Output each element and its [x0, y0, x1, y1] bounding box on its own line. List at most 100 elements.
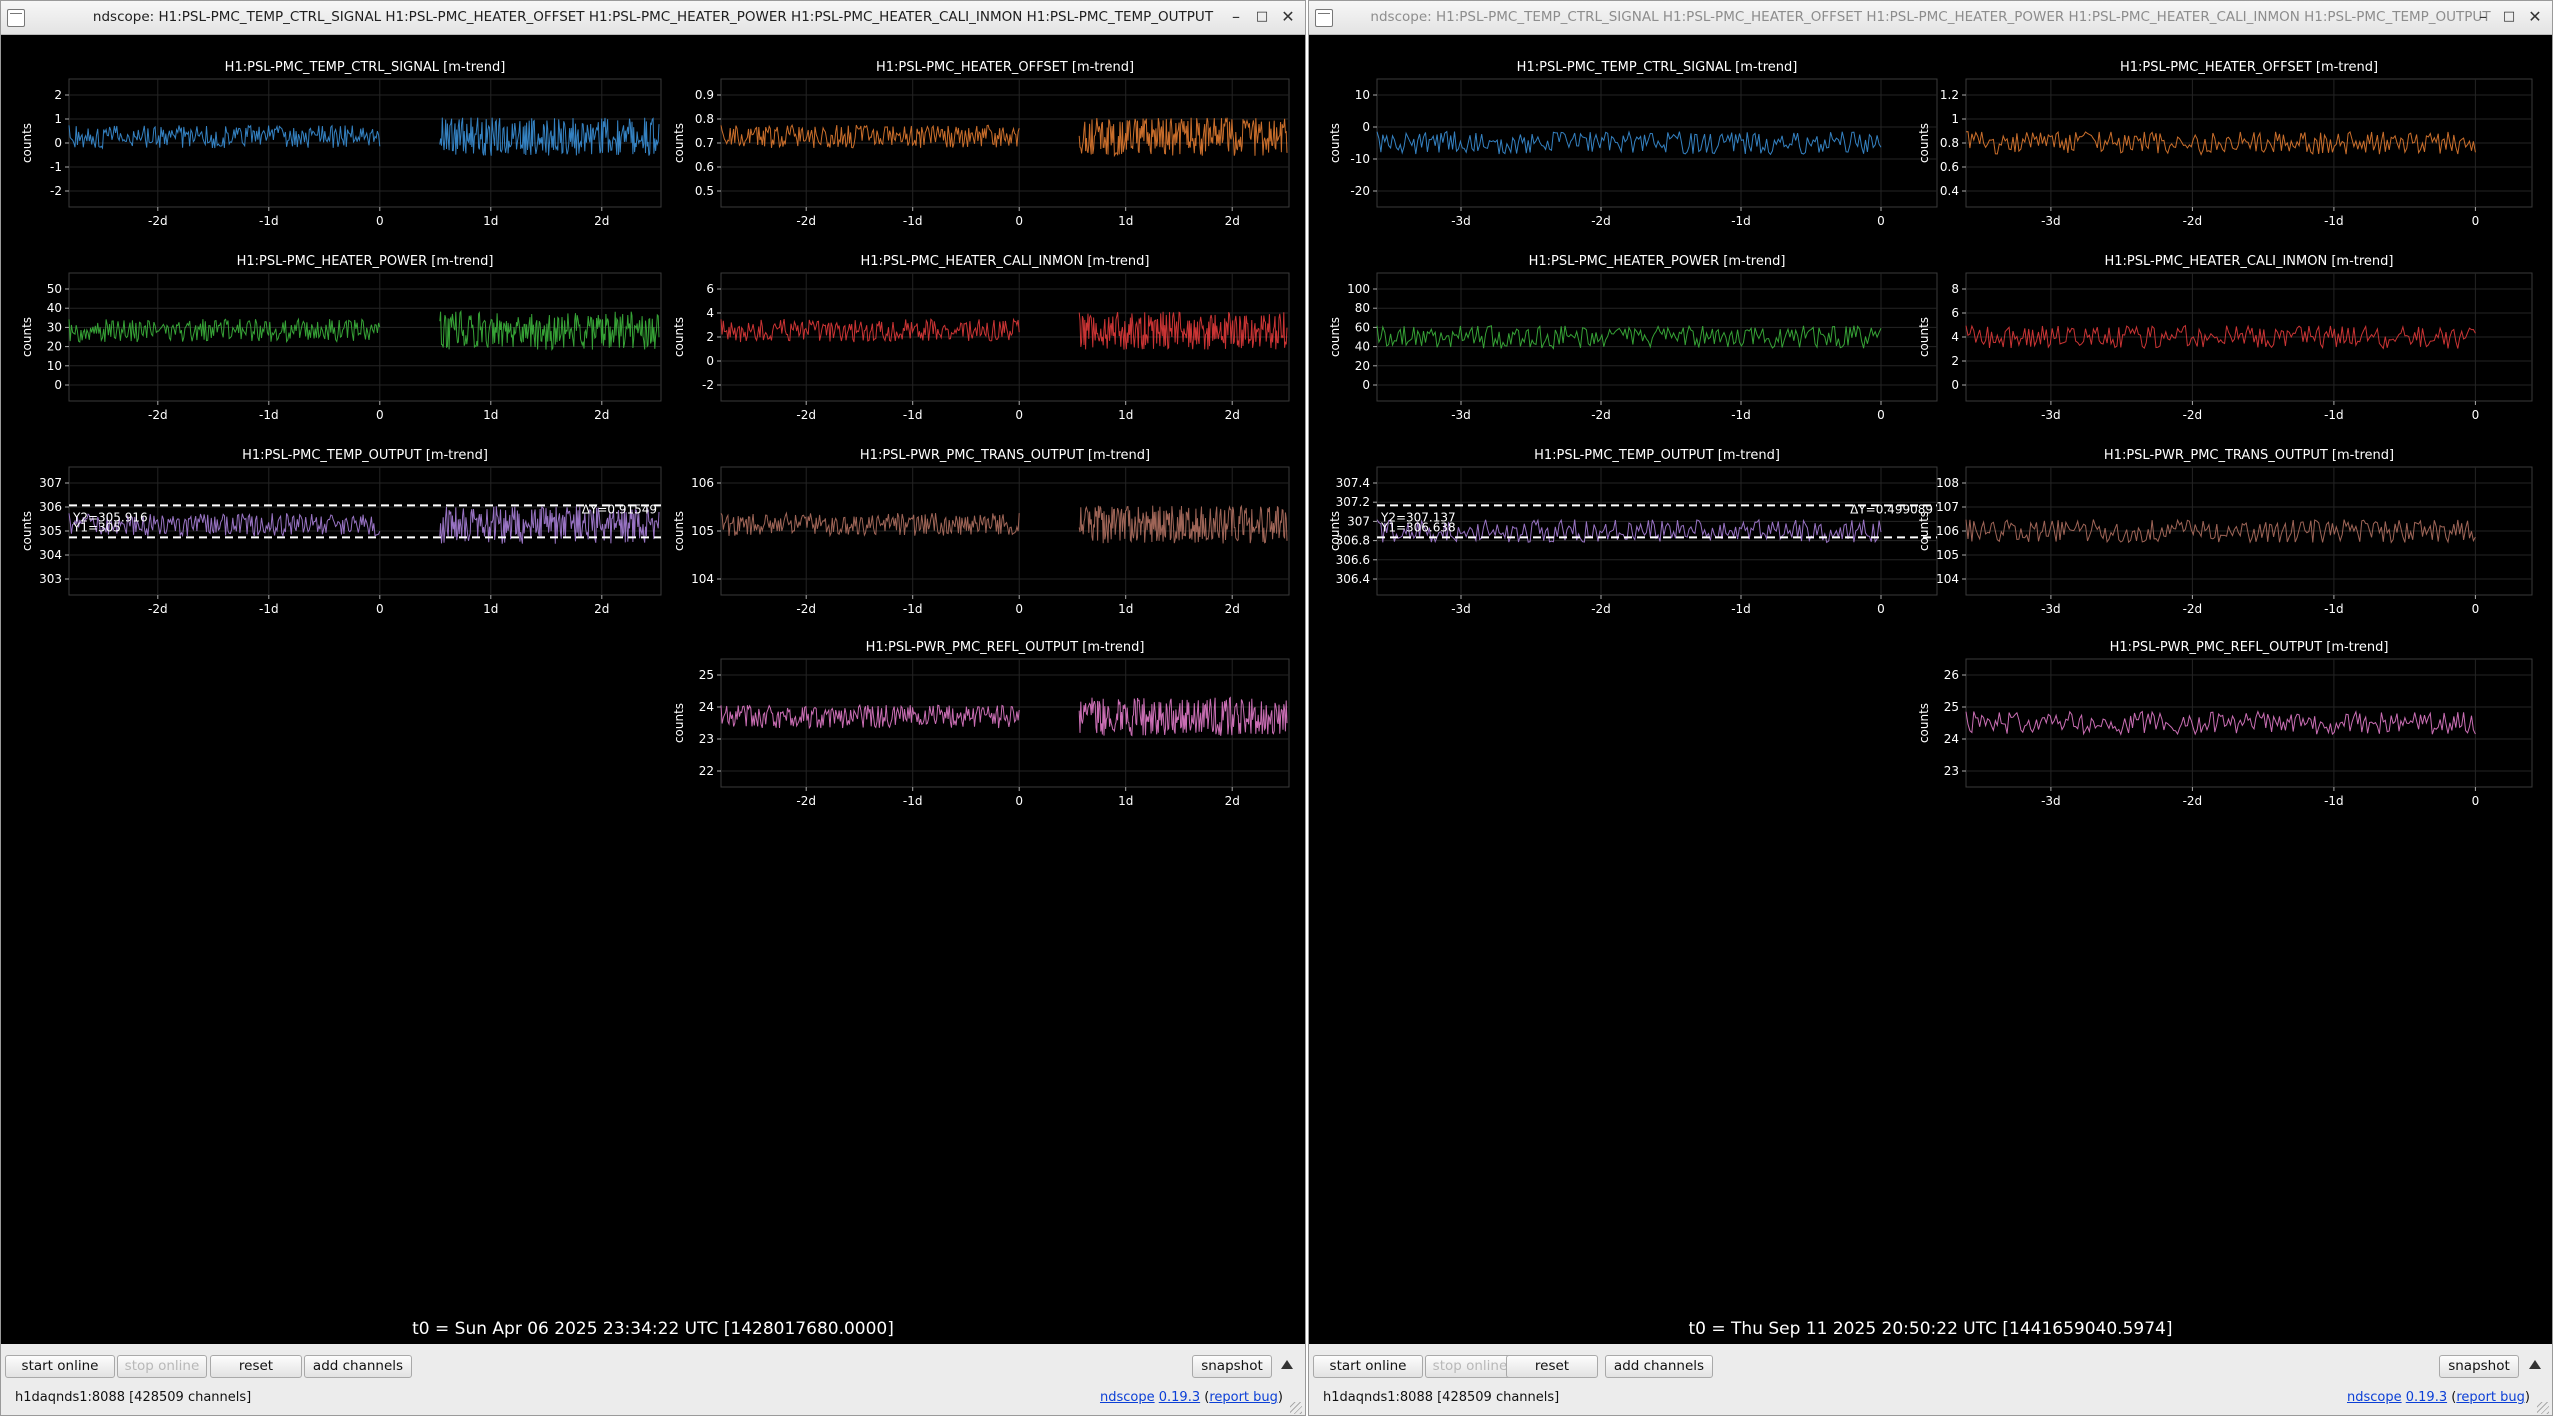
x-tick-label: 2d: [594, 602, 609, 616]
x-tick-label: -2d: [2183, 408, 2203, 422]
y-tick-label: 4: [1951, 330, 1959, 344]
y-tick-label: 0: [1362, 378, 1370, 392]
collapse-arrow-icon[interactable]: [1281, 1360, 1293, 1369]
add-channels-button[interactable]: add channels: [304, 1355, 412, 1378]
y-tick-label: 303: [39, 572, 62, 586]
x-tick-label: -1d: [903, 214, 923, 228]
plot-grid[interactable]: H1:PSL-PMC_TEMP_CTRL_SIGNAL [m-trend] cou…: [1, 35, 1306, 1344]
y-tick-label: 105: [1936, 548, 1959, 562]
plot-title: H1:PSL-PMC_HEATER_OFFSET [m-trend]: [2120, 60, 2378, 75]
y-tick-label: 4: [706, 306, 714, 320]
plot-title: H1:PSL-PWR_PMC_REFL_OUTPUT [m-trend]: [866, 640, 1145, 655]
y-tick-label: 50: [47, 282, 62, 296]
x-tick-label: -2d: [148, 214, 168, 228]
report-bug-link[interactable]: report bug: [1209, 1390, 1278, 1405]
maximize-icon[interactable]: □: [2498, 6, 2520, 28]
plot-area[interactable]: H1:PSL-PMC_TEMP_CTRL_SIGNAL [m-trend] cou…: [1309, 35, 2552, 1344]
report-bug-link[interactable]: report bug: [2456, 1390, 2525, 1405]
plot-panel[interactable]: H1:PSL-PMC_TEMP_CTRL_SIGNAL [m-trend] cou…: [20, 60, 662, 228]
version-link[interactable]: 0.19.3: [2406, 1390, 2447, 1405]
plot-panel[interactable]: H1:PSL-PMC_HEATER_OFFSET [m-trend] counts…: [1917, 60, 2533, 228]
close-icon[interactable]: ✕: [2524, 6, 2546, 28]
snapshot-button[interactable]: snapshot: [1192, 1355, 1272, 1378]
snapshot-button[interactable]: snapshot: [2439, 1355, 2519, 1378]
start-online-button[interactable]: start online: [5, 1355, 115, 1378]
maximize-icon[interactable]: □: [1251, 6, 1273, 28]
x-tick-label: -1d: [2324, 794, 2344, 808]
x-tick-label: -1d: [259, 214, 279, 228]
resize-grip-icon[interactable]: [2537, 1402, 2549, 1414]
y-axis-label: counts: [1917, 703, 1931, 743]
plot-panel[interactable]: H1:PSL-PWR_PMC_TRANS_OUTPUT [m-trend] cou…: [1917, 448, 2533, 616]
y-tick-label: -20: [1350, 184, 1370, 198]
start-online-button[interactable]: start online: [1313, 1355, 1423, 1378]
plot-panel[interactable]: H1:PSL-PMC_HEATER_CALI_INMON [m-trend] co…: [1917, 254, 2533, 422]
plot-panel[interactable]: H1:PSL-PMC_TEMP_CTRL_SIGNAL [m-trend] cou…: [1328, 60, 1938, 228]
y-tick-label: 0: [1951, 378, 1959, 392]
cursor-y1-label: Y1=306.638: [1380, 520, 1456, 534]
y-axis-label: counts: [1917, 511, 1931, 551]
x-tick-label: -1d: [1731, 214, 1751, 228]
reset-button[interactable]: reset: [1506, 1355, 1598, 1378]
trace-line: [720, 123, 1020, 149]
y-tick-label: 306: [39, 500, 62, 514]
minimize-icon[interactable]: –: [1225, 6, 1247, 28]
y-tick-label: 26: [1944, 668, 1959, 682]
ndscope-link[interactable]: ndscope: [1100, 1390, 1155, 1405]
collapse-arrow-icon[interactable]: [2529, 1360, 2541, 1369]
x-tick-label: -1d: [2324, 602, 2344, 616]
minimize-icon[interactable]: –: [2472, 6, 2494, 28]
y-tick-label: 106: [1936, 524, 1959, 538]
y-tick-label: 0: [706, 354, 714, 368]
plot-panel[interactable]: H1:PSL-PMC_TEMP_OUTPUT [m-trend] counts 30…: [1328, 448, 1938, 616]
trace-line: [68, 317, 381, 344]
plot-title: H1:PSL-PMC_TEMP_OUTPUT [m-trend]: [1534, 448, 1780, 463]
ndscope-link[interactable]: ndscope: [2347, 1390, 2402, 1405]
y-tick-label: 0: [1362, 120, 1370, 134]
control-bar: start online stop online reset add chann…: [1, 1344, 1305, 1380]
y-tick-label: 2: [1951, 354, 1959, 368]
plot-panel[interactable]: H1:PSL-PMC_HEATER_POWER [m-trend] counts 1…: [1328, 254, 1938, 422]
trace-line: [1376, 324, 1882, 350]
plot-grid[interactable]: H1:PSL-PMC_TEMP_CTRL_SIGNAL [m-trend] cou…: [1309, 35, 2553, 1344]
y-tick-label: 0.6: [1940, 160, 1959, 174]
reset-button[interactable]: reset: [210, 1355, 302, 1378]
plot-panel[interactable]: H1:PSL-PWR_PMC_REFL_OUTPUT [m-trend] coun…: [1917, 640, 2533, 808]
x-tick-label: -1d: [903, 794, 923, 808]
status-bar: h1daqnds1:8088 [428509 channels] ndscope…: [1, 1380, 1305, 1415]
x-tick-label: 2d: [1225, 602, 1240, 616]
plot-panel[interactable]: H1:PSL-PMC_HEATER_POWER [m-trend] counts 5…: [20, 254, 662, 422]
y-tick-label: 22: [699, 764, 714, 778]
plot-title: H1:PSL-PMC_HEATER_OFFSET [m-trend]: [876, 60, 1134, 75]
add-channels-button[interactable]: add channels: [1605, 1355, 1713, 1378]
x-tick-label: 0: [376, 214, 384, 228]
version-info: ndscope 0.19.3 (report bug): [2346, 1390, 2530, 1405]
close-icon[interactable]: ✕: [1277, 6, 1299, 28]
title-bar[interactable]: ndscope: H1:PSL-PMC_TEMP_CTRL_SIGNAL H1:…: [1, 1, 1305, 35]
y-tick-label: 40: [1355, 340, 1370, 354]
x-tick-label: -3d: [2041, 794, 2061, 808]
y-axis-label: counts: [20, 511, 34, 551]
title-bar[interactable]: ndscope: H1:PSL-PMC_TEMP_CTRL_SIGNAL H1:…: [1309, 1, 2552, 35]
trace-line: [720, 703, 1020, 730]
plot-panel[interactable]: H1:PSL-PWR_PMC_TRANS_OUTPUT [m-trend] cou…: [672, 448, 1290, 616]
plot-area[interactable]: H1:PSL-PMC_TEMP_CTRL_SIGNAL [m-trend] cou…: [1, 35, 1305, 1344]
plot-panel[interactable]: H1:PSL-PWR_PMC_REFL_OUTPUT [m-trend] coun…: [672, 640, 1290, 808]
y-tick-label: 0.4: [1940, 184, 1959, 198]
y-tick-label: 0.9: [695, 88, 714, 102]
plot-panel[interactable]: H1:PSL-PMC_TEMP_OUTPUT [m-trend] counts 30…: [20, 448, 662, 616]
x-tick-label: 0: [1015, 408, 1023, 422]
resize-grip-icon[interactable]: [1290, 1402, 1302, 1414]
plot-panel[interactable]: H1:PSL-PMC_HEATER_CALI_INMON [m-trend] co…: [672, 254, 1290, 422]
y-tick-label: 306.8: [1336, 534, 1370, 548]
y-tick-label: 1: [1951, 112, 1959, 126]
stop-online-button: stop online: [1425, 1355, 1515, 1378]
trace-line: [1078, 696, 1288, 737]
version-link[interactable]: 0.19.3: [1159, 1390, 1200, 1405]
y-tick-label: 20: [47, 340, 62, 354]
plot-panel[interactable]: H1:PSL-PMC_HEATER_OFFSET [m-trend] counts…: [672, 60, 1290, 228]
x-tick-label: -2d: [148, 408, 168, 422]
x-tick-label: 0: [1877, 602, 1885, 616]
plot-title: H1:PSL-PMC_HEATER_POWER [m-trend]: [1529, 254, 1786, 269]
x-tick-label: 1d: [483, 602, 498, 616]
